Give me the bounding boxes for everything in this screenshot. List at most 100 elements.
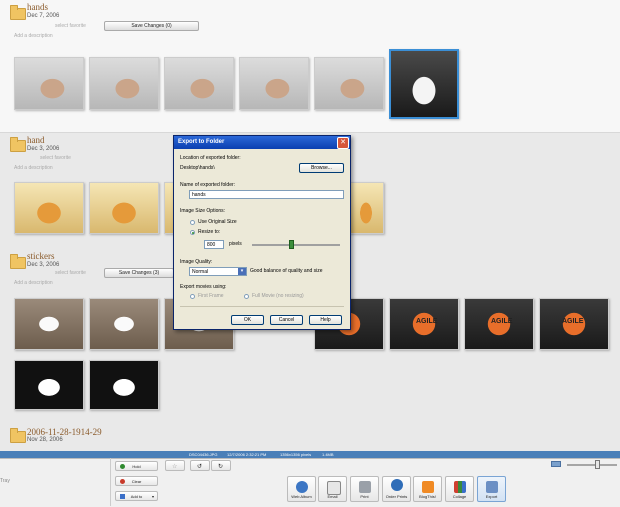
rotate-right-button[interactable]: ↻: [211, 460, 231, 471]
order-prints-label: Order Prints: [385, 494, 408, 499]
email-icon: [326, 481, 341, 495]
album-title[interactable]: hands: [27, 2, 48, 12]
close-icon[interactable]: ✕: [337, 137, 349, 149]
folder-icon: [10, 428, 26, 443]
photo-thumbnail[interactable]: [89, 360, 159, 410]
photo-thumbnail[interactable]: [14, 57, 84, 110]
add-to-button[interactable]: Add to ▾: [115, 491, 158, 501]
chevron-down-icon: ▾: [151, 494, 154, 499]
clear-button[interactable]: Clear: [115, 476, 158, 486]
hold-button[interactable]: Hold: [115, 461, 158, 471]
blogthis-label: BlogThis!: [419, 494, 436, 499]
rotate-right-icon: ↻: [218, 464, 224, 470]
email-button[interactable]: Email: [318, 476, 347, 502]
photo-thumbnail[interactable]: [348, 182, 384, 234]
photo-thumbnail[interactable]: [89, 182, 159, 234]
agile-sticker-text: AGILE: [562, 318, 584, 325]
resize-to-radio[interactable]: [190, 230, 195, 235]
folder-icon: [10, 5, 26, 20]
hold-label: Hold: [132, 464, 141, 469]
folder-name-input[interactable]: hands: [189, 190, 344, 199]
location-value: Desktop\hands\: [180, 165, 215, 171]
blogger-icon: [421, 481, 434, 493]
clear-icon: [120, 479, 125, 484]
full-movie-label: Full Movie (no resizing): [252, 293, 304, 299]
album-title[interactable]: hand: [27, 135, 45, 145]
photo-thumbnail[interactable]: [314, 57, 384, 110]
dialog-title: Export to Folder: [174, 136, 350, 149]
rotate-left-button[interactable]: ↺: [190, 460, 210, 471]
select-favorite-hint: select favorite: [55, 270, 86, 276]
photo-thumbnail[interactable]: [14, 182, 84, 234]
hold-icon: [120, 464, 125, 469]
agile-sticker-text: AGILE: [491, 318, 513, 325]
photo-thumbnail[interactable]: AGILE: [539, 298, 609, 350]
resize-pixels-input[interactable]: 800: [204, 240, 224, 249]
zoom-slider-track[interactable]: [567, 464, 617, 466]
photo-thumbnail[interactable]: [239, 57, 309, 110]
status-filesize: 1.4MB: [322, 452, 334, 457]
first-frame-radio[interactable]: [190, 294, 195, 299]
folder-icon: [10, 137, 26, 152]
photo-thumbnail[interactable]: [14, 298, 84, 350]
blogthis-button[interactable]: BlogThis!: [413, 476, 442, 502]
status-dimensions: 1356x1356 pixels: [280, 452, 312, 457]
photo-thumbnail[interactable]: [89, 57, 159, 110]
album-description[interactable]: Add a description: [14, 165, 53, 171]
image-size-label: Image Size Options:: [180, 208, 226, 214]
ok-button[interactable]: OK: [231, 315, 264, 325]
select-favorite-hint: select favorite: [55, 23, 86, 29]
resize-slider-track[interactable]: [252, 244, 340, 246]
full-movie-radio[interactable]: [244, 294, 249, 299]
export-icon: [485, 481, 498, 493]
web-album-label: Web Album: [291, 494, 312, 499]
web-album-button[interactable]: Web Album: [287, 476, 316, 502]
star-button[interactable]: ☆: [165, 460, 185, 471]
resize-to-label: Resize to:: [198, 229, 221, 235]
first-frame-label: First Frame: [198, 293, 224, 299]
photo-thumbnail[interactable]: AGILE: [389, 298, 459, 350]
order-prints-icon: [390, 479, 403, 491]
printer-icon: [358, 481, 371, 493]
cancel-button[interactable]: Cancel: [270, 315, 303, 325]
save-changes-button[interactable]: Save Changes (0): [104, 21, 199, 31]
use-original-size-radio[interactable]: [190, 220, 195, 225]
photo-thumbnail[interactable]: AGILE: [464, 298, 534, 350]
location-label: Location of exported folder:: [180, 155, 241, 161]
album-date: Dec 3, 2006: [27, 146, 60, 152]
browse-button[interactable]: Browse...: [299, 163, 344, 173]
order-prints-button[interactable]: Order Prints: [382, 476, 411, 502]
photo-thumbnail[interactable]: [89, 298, 159, 350]
album-date: Nov 28, 2006: [27, 437, 63, 443]
email-label: Email: [327, 494, 338, 499]
rotate-left-icon: ↺: [197, 464, 203, 470]
collage-button[interactable]: Collage: [445, 476, 474, 502]
chevron-down-icon[interactable]: ▾: [238, 268, 246, 275]
zoom-slider-thumb[interactable]: [594, 460, 600, 469]
image-quality-label: Image Quality:: [180, 259, 213, 265]
select-favorite-hint: select favorite: [40, 155, 71, 161]
photo-thumbnail[interactable]: [164, 57, 234, 110]
export-movies-label: Export movies using:: [180, 284, 227, 290]
export-button[interactable]: Export: [477, 476, 506, 502]
folder-icon: [10, 254, 26, 269]
help-button[interactable]: Help: [309, 315, 342, 325]
resize-slider-thumb[interactable]: [289, 240, 295, 249]
thumbnail-size-icon: [551, 461, 561, 467]
pixels-label: pixels: [229, 241, 242, 247]
print-button[interactable]: Print: [350, 476, 379, 502]
collage-label: Collage: [452, 494, 467, 499]
album-title[interactable]: stickers: [27, 251, 55, 261]
print-label: Print: [360, 494, 369, 499]
album-title[interactable]: 2006-11-28-1914-29: [27, 427, 102, 437]
quality-description: Good balance of quality and size: [250, 268, 323, 274]
save-changes-button[interactable]: Save Changes (3): [104, 268, 174, 278]
album-description[interactable]: Add a description: [14, 280, 53, 286]
export-to-folder-dialog: Export to Folder ✕ Location of exported …: [173, 135, 351, 330]
photo-thumbnail-selected[interactable]: [389, 49, 459, 119]
clear-label: Clear: [131, 479, 142, 484]
album-description[interactable]: Add a description: [14, 33, 53, 39]
collage-icon: [453, 481, 466, 493]
add-to-label: Add to: [130, 494, 143, 499]
photo-thumbnail[interactable]: [14, 360, 84, 410]
